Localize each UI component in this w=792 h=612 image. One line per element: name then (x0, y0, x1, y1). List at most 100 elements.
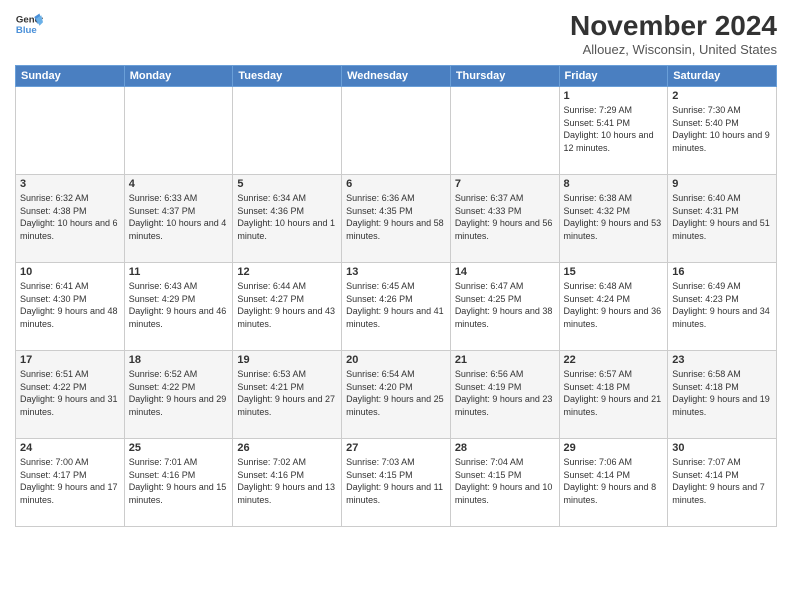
day-info: Sunrise: 6:54 AM Sunset: 4:20 PM Dayligh… (346, 368, 446, 418)
calendar-cell: 6 Sunrise: 6:36 AM Sunset: 4:35 PM Daylig… (342, 175, 451, 263)
calendar-cell: 7Sunrise: 6:37 AM Sunset: 4:33 PM Daylig… (450, 175, 559, 263)
day-info: Sunrise: 6:49 AM Sunset: 4:23 PM Dayligh… (672, 280, 772, 330)
day-number: 25 (129, 442, 229, 454)
weekday-header-cell: Sunday (16, 66, 125, 87)
location: Allouez, Wisconsin, United States (570, 42, 777, 57)
calendar-cell (233, 87, 342, 175)
day-number: 1 (564, 90, 664, 102)
day-info: Sunrise: 7:04 AM Sunset: 4:15 PM Dayligh… (455, 456, 555, 506)
calendar-cell: 9 Sunrise: 6:40 AM Sunset: 4:31 PM Daylig… (668, 175, 777, 263)
day-number: 15 (564, 266, 664, 278)
day-info: Sunrise: 6:58 AM Sunset: 4:18 PM Dayligh… (672, 368, 772, 418)
calendar-cell: 16Sunrise: 6:49 AM Sunset: 4:23 PM Dayli… (668, 263, 777, 351)
day-number: 6 (346, 178, 446, 190)
calendar-cell: 19Sunrise: 6:53 AM Sunset: 4:21 PM Dayli… (233, 351, 342, 439)
day-info: Sunrise: 7:29 AM Sunset: 5:41 PM Dayligh… (564, 104, 664, 154)
day-number: 9 (672, 178, 772, 190)
day-number: 4 (129, 178, 229, 190)
day-info: Sunrise: 6:48 AM Sunset: 4:24 PM Dayligh… (564, 280, 664, 330)
calendar-cell (342, 87, 451, 175)
calendar-cell: 2 Sunrise: 7:30 AM Sunset: 5:40 PM Daylig… (668, 87, 777, 175)
day-info: Sunrise: 6:33 AM Sunset: 4:37 PM Dayligh… (129, 192, 229, 242)
weekday-header-cell: Monday (124, 66, 233, 87)
day-number: 2 (672, 90, 772, 102)
day-info: Sunrise: 6:47 AM Sunset: 4:25 PM Dayligh… (455, 280, 555, 330)
calendar-week-row: 10Sunrise: 6:41 AM Sunset: 4:30 PM Dayli… (16, 263, 777, 351)
weekday-header-cell: Saturday (668, 66, 777, 87)
calendar-cell (450, 87, 559, 175)
day-info: Sunrise: 6:56 AM Sunset: 4:19 PM Dayligh… (455, 368, 555, 418)
calendar-week-row: 3 Sunrise: 6:32 AM Sunset: 4:38 PM Daylig… (16, 175, 777, 263)
calendar-cell: 29 Sunrise: 7:06 AM Sunset: 4:14 PM Dayli… (559, 439, 668, 527)
day-info: Sunrise: 6:57 AM Sunset: 4:18 PM Dayligh… (564, 368, 664, 418)
day-info: Sunrise: 6:38 AM Sunset: 4:32 PM Dayligh… (564, 192, 664, 242)
calendar-cell: 14 Sunrise: 6:47 AM Sunset: 4:25 PM Dayli… (450, 263, 559, 351)
day-info: Sunrise: 7:30 AM Sunset: 5:40 PM Dayligh… (672, 104, 772, 154)
calendar-cell: 21 Sunrise: 6:56 AM Sunset: 4:19 PM Dayli… (450, 351, 559, 439)
calendar-cell: 28 Sunrise: 7:04 AM Sunset: 4:15 PM Dayli… (450, 439, 559, 527)
day-info: Sunrise: 7:01 AM Sunset: 4:16 PM Dayligh… (129, 456, 229, 506)
calendar-cell: 15 Sunrise: 6:48 AM Sunset: 4:24 PM Dayli… (559, 263, 668, 351)
day-number: 8 (564, 178, 664, 190)
day-info: Sunrise: 7:03 AM Sunset: 4:15 PM Dayligh… (346, 456, 446, 506)
day-number: 14 (455, 266, 555, 278)
calendar-cell: 4 Sunrise: 6:33 AM Sunset: 4:37 PM Daylig… (124, 175, 233, 263)
day-number: 30 (672, 442, 772, 454)
day-number: 5 (237, 178, 337, 190)
day-info: Sunrise: 6:43 AM Sunset: 4:29 PM Dayligh… (129, 280, 229, 330)
calendar-cell (16, 87, 125, 175)
weekday-header-cell: Tuesday (233, 66, 342, 87)
calendar-cell: 30 Sunrise: 7:07 AM Sunset: 4:14 PM Dayli… (668, 439, 777, 527)
day-info: Sunrise: 6:51 AM Sunset: 4:22 PM Dayligh… (20, 368, 120, 418)
day-info: Sunrise: 7:02 AM Sunset: 4:16 PM Dayligh… (237, 456, 337, 506)
day-info: Sunrise: 6:34 AM Sunset: 4:36 PM Dayligh… (237, 192, 337, 242)
day-info: Sunrise: 6:40 AM Sunset: 4:31 PM Dayligh… (672, 192, 772, 242)
calendar-cell: 17Sunrise: 6:51 AM Sunset: 4:22 PM Dayli… (16, 351, 125, 439)
day-number: 29 (564, 442, 664, 454)
calendar-cell: 25 Sunrise: 7:01 AM Sunset: 4:16 PM Dayli… (124, 439, 233, 527)
calendar-cell (124, 87, 233, 175)
calendar-cell: 27 Sunrise: 7:03 AM Sunset: 4:15 PM Dayli… (342, 439, 451, 527)
month-title: November 2024 (570, 10, 777, 42)
day-number: 7 (455, 178, 555, 190)
day-info: Sunrise: 6:45 AM Sunset: 4:26 PM Dayligh… (346, 280, 446, 330)
day-info: Sunrise: 7:06 AM Sunset: 4:14 PM Dayligh… (564, 456, 664, 506)
day-info: Sunrise: 7:07 AM Sunset: 4:14 PM Dayligh… (672, 456, 772, 506)
calendar-cell: 11 Sunrise: 6:43 AM Sunset: 4:29 PM Dayli… (124, 263, 233, 351)
calendar-cell: 13 Sunrise: 6:45 AM Sunset: 4:26 PM Dayli… (342, 263, 451, 351)
day-number: 21 (455, 354, 555, 366)
day-number: 3 (20, 178, 120, 190)
day-info: Sunrise: 6:44 AM Sunset: 4:27 PM Dayligh… (237, 280, 337, 330)
day-number: 11 (129, 266, 229, 278)
logo: General Blue (15, 10, 43, 38)
day-number: 23 (672, 354, 772, 366)
day-info: Sunrise: 6:32 AM Sunset: 4:38 PM Dayligh… (20, 192, 120, 242)
page-header: General Blue November 2024 Allouez, Wisc… (15, 10, 777, 57)
calendar-cell: 26Sunrise: 7:02 AM Sunset: 4:16 PM Dayli… (233, 439, 342, 527)
calendar-cell: 22Sunrise: 6:57 AM Sunset: 4:18 PM Dayli… (559, 351, 668, 439)
day-info: Sunrise: 6:41 AM Sunset: 4:30 PM Dayligh… (20, 280, 120, 330)
weekday-header-row: SundayMondayTuesdayWednesdayThursdayFrid… (16, 66, 777, 87)
logo-icon: General Blue (15, 10, 43, 38)
day-info: Sunrise: 6:36 AM Sunset: 4:35 PM Dayligh… (346, 192, 446, 242)
day-number: 13 (346, 266, 446, 278)
calendar-cell: 24 Sunrise: 7:00 AM Sunset: 4:17 PM Dayli… (16, 439, 125, 527)
day-number: 24 (20, 442, 120, 454)
weekday-header-cell: Thursday (450, 66, 559, 87)
calendar-body: 1 Sunrise: 7:29 AM Sunset: 5:41 PM Daylig… (16, 87, 777, 527)
day-number: 27 (346, 442, 446, 454)
weekday-header-cell: Wednesday (342, 66, 451, 87)
calendar-cell: 20 Sunrise: 6:54 AM Sunset: 4:20 PM Dayli… (342, 351, 451, 439)
day-number: 18 (129, 354, 229, 366)
calendar-cell: 23 Sunrise: 6:58 AM Sunset: 4:18 PM Dayli… (668, 351, 777, 439)
calendar-cell: 10Sunrise: 6:41 AM Sunset: 4:30 PM Dayli… (16, 263, 125, 351)
day-info: Sunrise: 7:00 AM Sunset: 4:17 PM Dayligh… (20, 456, 120, 506)
weekday-header-cell: Friday (559, 66, 668, 87)
svg-text:Blue: Blue (16, 25, 37, 36)
day-number: 28 (455, 442, 555, 454)
calendar-table: SundayMondayTuesdayWednesdayThursdayFrid… (15, 65, 777, 527)
calendar-cell: 18Sunrise: 6:52 AM Sunset: 4:22 PM Dayli… (124, 351, 233, 439)
day-info: Sunrise: 6:53 AM Sunset: 4:21 PM Dayligh… (237, 368, 337, 418)
calendar-week-row: 1 Sunrise: 7:29 AM Sunset: 5:41 PM Daylig… (16, 87, 777, 175)
day-number: 20 (346, 354, 446, 366)
